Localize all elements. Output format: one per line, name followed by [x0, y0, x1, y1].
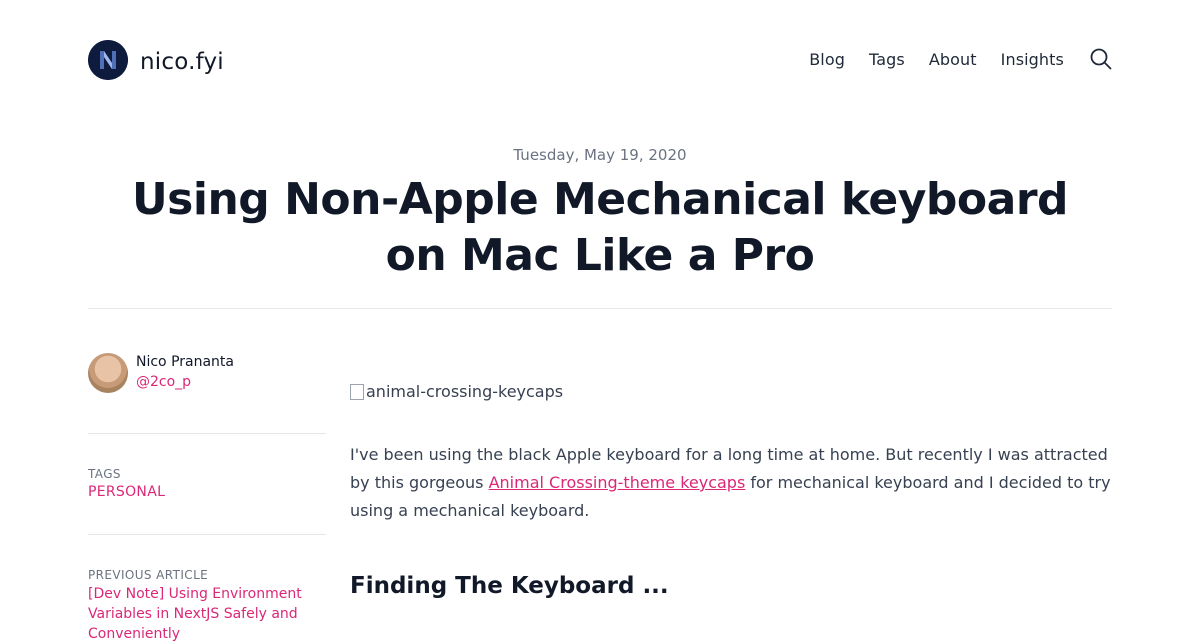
sidebar-divider	[88, 433, 326, 434]
keycaps-link[interactable]: Animal Crossing-theme keycaps	[489, 473, 746, 492]
search-icon[interactable]	[1090, 47, 1112, 71]
previous-article-link[interactable]: [Dev Note] Using Environment Variables i…	[88, 584, 320, 644]
post-image: animal-crossing-keycaps	[350, 382, 563, 401]
tags-label: TAGS	[88, 467, 121, 481]
nav-item-tags[interactable]: Tags	[869, 50, 905, 69]
broken-image-icon	[350, 383, 364, 400]
section-heading: Finding The Keyboard ...	[350, 573, 669, 599]
site-brand-link[interactable]: nico.fyi	[140, 49, 224, 75]
author-handle-link[interactable]: @2co_p	[136, 374, 191, 390]
main-nav: Blog Tags About Insights	[785, 47, 1112, 71]
author-avatar	[88, 353, 128, 393]
post-title: Using Non-Apple Mechanical keyboard on M…	[131, 174, 1069, 281]
author-name: Nico Prananta	[136, 354, 234, 370]
nav-item-about[interactable]: About	[929, 50, 977, 69]
logo-n-icon[interactable]	[88, 40, 128, 80]
nav-item-insights[interactable]: Insights	[1001, 50, 1064, 69]
tag-link-personal[interactable]: PERSONAL	[88, 484, 165, 500]
sidebar-divider	[88, 534, 326, 535]
post-image-alt: animal-crossing-keycaps	[366, 382, 564, 401]
title-divider	[88, 308, 1112, 309]
post-paragraph: I've been using the black Apple keyboard…	[350, 441, 1112, 525]
nav-item-blog[interactable]: Blog	[809, 50, 845, 69]
post-date: Tuesday, May 19, 2020	[513, 146, 687, 164]
site-header: nico.fyi Blog Tags About Insights	[88, 40, 1112, 80]
previous-article-label: PREVIOUS ARTICLE	[88, 568, 209, 582]
